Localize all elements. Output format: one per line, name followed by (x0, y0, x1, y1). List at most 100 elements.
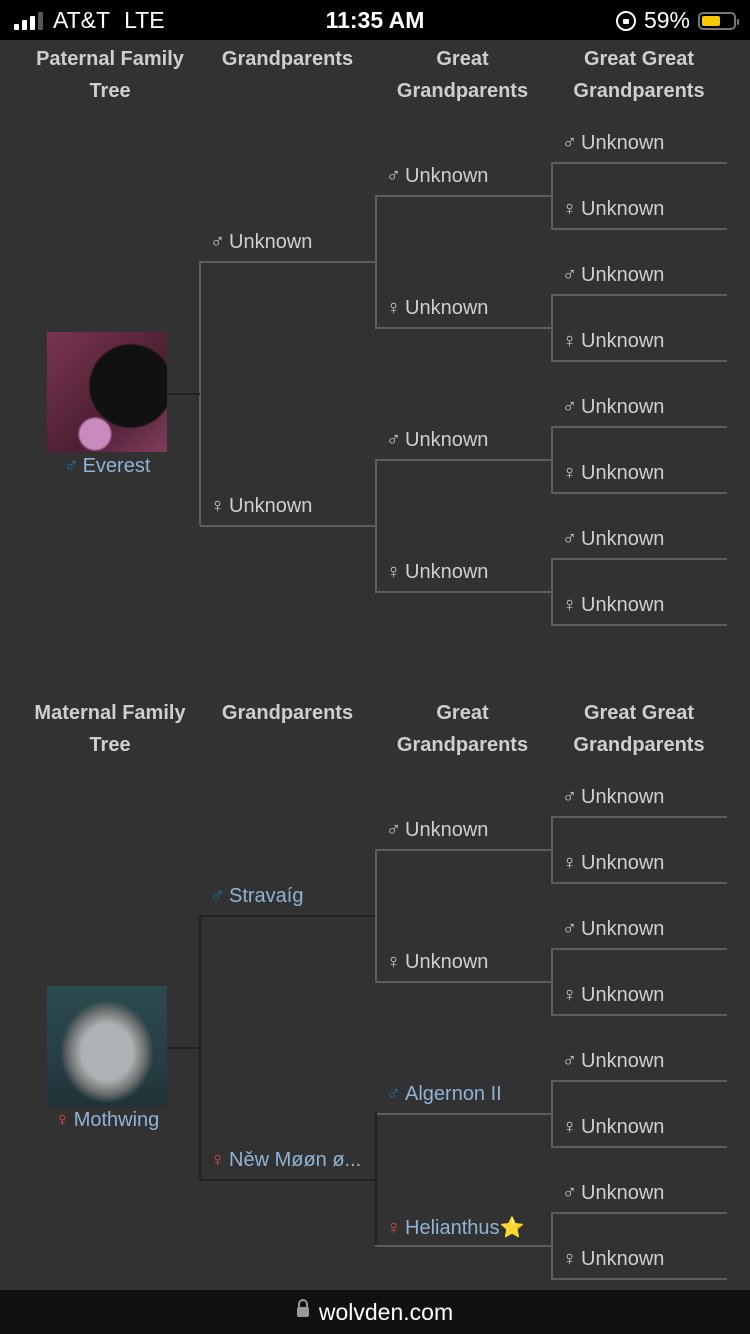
self-connector (167, 1047, 200, 1049)
node-name: Unknown (581, 786, 665, 808)
great-line (375, 459, 551, 461)
battery-icon (698, 11, 739, 30)
male-symbol-icon: ♂ (562, 786, 577, 808)
maternal-header-great-grandparents: Great Grandparents (396, 702, 529, 756)
maternal-header-great-great-grandparents: Great Great Grandparents (573, 702, 705, 756)
self-name-label[interactable]: Everest (83, 455, 151, 477)
great-great-grandparent-node: ♂ Unknown (562, 132, 664, 155)
male-symbol-icon: ♂ (210, 231, 225, 253)
great-great-grandparent-node: ♂ Unknown (562, 786, 664, 809)
gg-line (551, 1278, 727, 1280)
node-name: Unknown (581, 594, 665, 616)
great-great-grandparent-node: ♂ Unknown (562, 1050, 664, 1073)
star-icon: ⭐ (499, 1217, 525, 1239)
female-symbol-icon: ♀ (54, 1109, 70, 1131)
great-great-grandparent-node: ♂ Unknown (562, 918, 664, 941)
node-name[interactable]: Něw Møøn ø... (229, 1149, 361, 1171)
gg-line (551, 294, 727, 296)
great-bracket (375, 195, 377, 327)
great-grandparent-node[interactable]: ♂ Algernon II (386, 1083, 502, 1106)
great-line (375, 591, 551, 593)
maternal-self-name[interactable]: ♀ Mothwing (27, 1109, 187, 1132)
male-symbol-icon: ♂ (562, 918, 577, 940)
female-symbol-icon: ♀ (562, 462, 577, 484)
node-name: Unknown (229, 495, 313, 517)
great-line (375, 849, 551, 851)
node-name: Unknown (581, 1182, 665, 1204)
paternal-self-name[interactable]: ♂ Everest (27, 455, 187, 478)
great-line (375, 327, 551, 329)
gg-bracket (551, 426, 553, 492)
grandparent-node[interactable]: ♂ Stravaíg (210, 885, 303, 908)
great-bracket (375, 849, 377, 981)
gg-line (551, 1146, 727, 1148)
gg-line (551, 1212, 727, 1214)
paternal-header-grandparents: Grandparents (221, 48, 354, 70)
great-line (375, 1113, 551, 1115)
node-name: Unknown (405, 951, 489, 973)
gg-line (551, 162, 727, 164)
paternal-header-great-great-grandparents: Great Great Grandparents (573, 48, 705, 102)
great-bracket (375, 1113, 377, 1245)
gg-line (551, 624, 727, 626)
gg-bracket (551, 948, 553, 1014)
great-great-grandparent-node: ♀ Unknown (562, 984, 664, 1007)
gg-bracket (551, 162, 553, 228)
node-name: Unknown (405, 429, 489, 451)
male-symbol-icon: ♂ (562, 1050, 577, 1072)
url-bar[interactable]: wolvden.com (0, 1290, 750, 1334)
node-name: Unknown (405, 297, 489, 319)
gg-bracket (551, 1080, 553, 1146)
node-name[interactable]: Helianthus (405, 1217, 500, 1239)
male-symbol-icon: ♂ (386, 819, 401, 841)
node-name: Unknown (581, 1116, 665, 1138)
node-name: Unknown (405, 561, 489, 583)
great-grandparent-node: ♀ Unknown (386, 951, 488, 974)
great-great-grandparent-node: ♀ Unknown (562, 198, 664, 221)
gg-bracket (551, 1212, 553, 1278)
paternal-avatar[interactable] (47, 332, 167, 452)
female-symbol-icon: ♀ (562, 198, 577, 220)
great-grandparent-node[interactable]: ♀ Helianthus⭐ (386, 1215, 524, 1240)
male-symbol-icon: ♂ (562, 396, 577, 418)
female-symbol-icon: ♀ (562, 1116, 577, 1138)
node-name: Unknown (405, 819, 489, 841)
maternal-section-title: Maternal Family Tree (34, 702, 186, 756)
male-symbol-icon: ♂ (63, 455, 79, 477)
female-symbol-icon: ♀ (562, 1248, 577, 1270)
female-symbol-icon: ♀ (210, 1149, 225, 1171)
gg-line (551, 492, 727, 494)
great-great-grandparent-node: ♀ Unknown (562, 852, 664, 875)
gg-bracket (551, 816, 553, 882)
grandparent-node[interactable]: ♀ Něw Møøn ø... (210, 1149, 361, 1172)
male-symbol-icon: ♂ (562, 132, 577, 154)
node-name[interactable]: Stravaíg (229, 885, 303, 907)
gg-line (551, 882, 727, 884)
node-name: Unknown (581, 198, 665, 220)
male-symbol-icon: ♂ (562, 528, 577, 550)
great-great-grandparent-node: ♀ Unknown (562, 594, 664, 617)
node-name: Unknown (581, 1248, 665, 1270)
great-great-grandparent-node: ♂ Unknown (562, 396, 664, 419)
node-name: Unknown (581, 264, 665, 286)
female-symbol-icon: ♀ (562, 852, 577, 874)
node-name: Unknown (581, 462, 665, 484)
gg-bracket (551, 294, 553, 360)
gg-line (551, 360, 727, 362)
node-name: Unknown (405, 165, 489, 187)
self-name-label[interactable]: Mothwing (74, 1109, 160, 1131)
female-symbol-icon: ♀ (386, 1217, 401, 1239)
great-grandparent-node: ♂ Unknown (386, 819, 488, 842)
gg-line (551, 228, 727, 230)
male-symbol-icon: ♂ (562, 264, 577, 286)
maternal-avatar[interactable] (47, 986, 167, 1106)
node-name[interactable]: Algernon II (405, 1083, 502, 1105)
node-name: Unknown (581, 132, 665, 154)
great-line (375, 195, 551, 197)
grandparent-line (200, 261, 375, 263)
paternal-header-great-grandparents: Great Grandparents (396, 48, 529, 102)
gg-line (551, 426, 727, 428)
great-bracket (375, 459, 377, 591)
node-name: Unknown (581, 330, 665, 352)
male-symbol-icon: ♂ (386, 165, 401, 187)
